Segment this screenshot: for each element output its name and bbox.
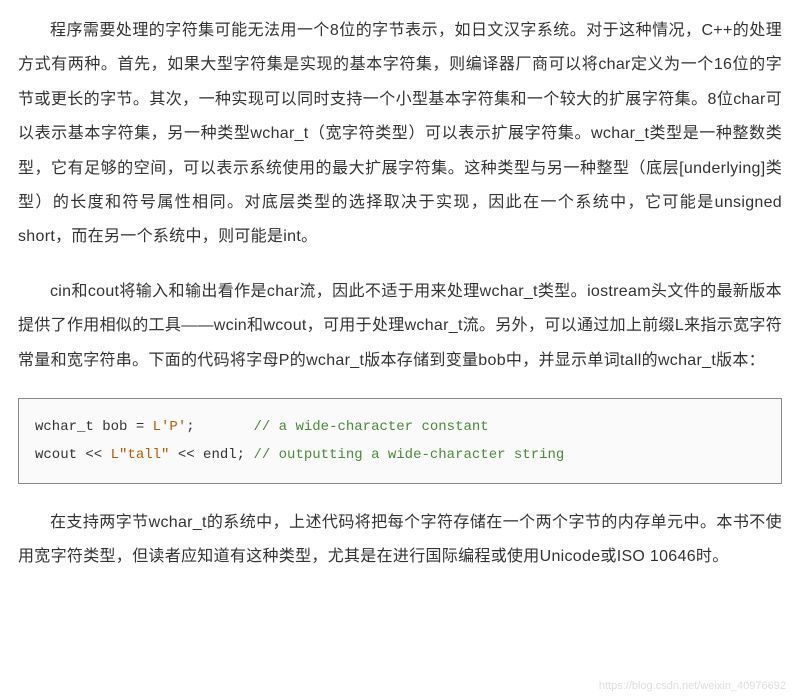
watermark-text: https://blog.csdn.net/weixin_40976692 [599, 680, 786, 692]
string-literal: L"tall" [111, 447, 170, 463]
code-text: ; [186, 419, 253, 435]
paragraph-2: cin和cout将输入和输出看作是char流，因此不适于用来处理wchar_t类… [18, 275, 782, 378]
code-text: wcout << [35, 447, 111, 463]
string-literal: L'P' [153, 419, 187, 435]
code-comment: // a wide-character constant [253, 419, 488, 435]
paragraph-1: 程序需要处理的字符集可能无法用一个8位的字节表示，如日文汉字系统。对于这种情况，… [18, 14, 782, 255]
code-block: wchar_t bob = L'P'; // a wide-character … [18, 398, 782, 484]
paragraph-3: 在支持两字节wchar_t的系统中，上述代码将把每个字符存储在一个两个字节的内存… [18, 506, 782, 575]
code-text: << endl; [169, 447, 253, 463]
code-line-2: wcout << L"tall" << endl; // outputting … [35, 441, 765, 469]
code-line-1: wchar_t bob = L'P'; // a wide-character … [35, 413, 765, 441]
code-comment: // outputting a wide-character string [253, 447, 564, 463]
code-text: wchar_t bob = [35, 419, 153, 435]
